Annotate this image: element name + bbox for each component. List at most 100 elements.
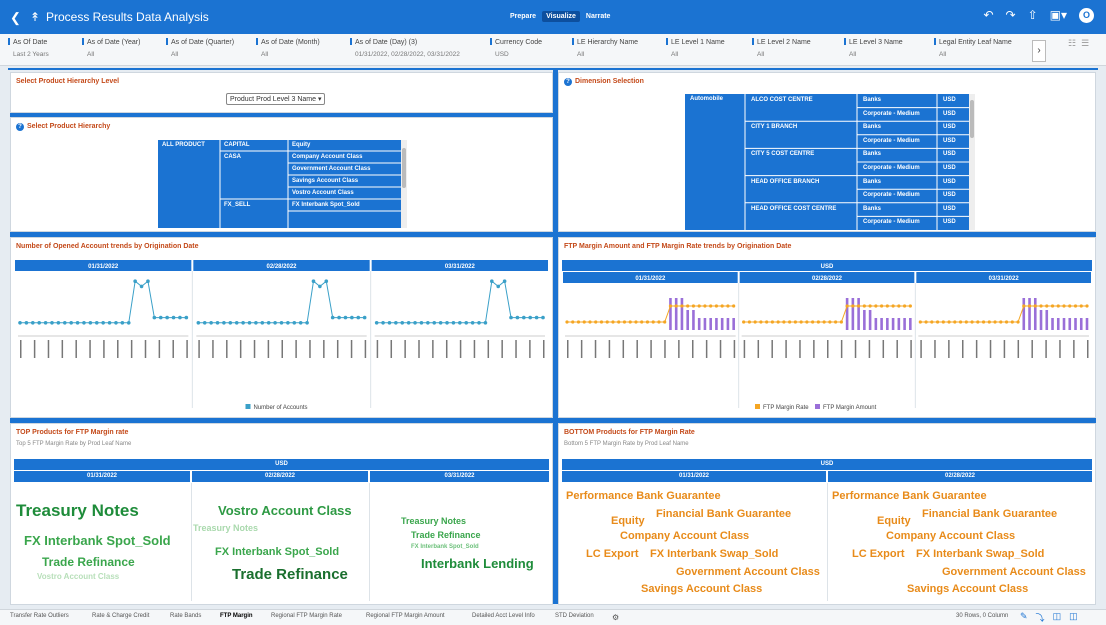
bar[interactable] <box>697 318 701 330</box>
dimension-level1[interactable]: Automobile <box>690 96 723 102</box>
bar[interactable] <box>1022 298 1026 330</box>
redo-icon[interactable]: ↷ <box>1006 8 1016 23</box>
bar[interactable] <box>1028 298 1031 330</box>
canvas-tab[interactable]: Rate Bands <box>170 613 201 619</box>
data-point[interactable] <box>680 304 684 308</box>
data-point[interactable] <box>451 321 456 325</box>
data-point[interactable] <box>1027 304 1032 308</box>
cloud-word[interactable]: Performance Bank Guarantee <box>566 490 721 502</box>
cloud-word[interactable]: Financial Bank Guarantee <box>922 508 1057 520</box>
cloud-word[interactable]: FX Interbank Swap_Sold <box>650 548 778 560</box>
data-point[interactable] <box>1085 304 1089 308</box>
dimension-segment[interactable]: Corporate - Medium <box>863 138 920 144</box>
dimension-segment[interactable]: Banks <box>863 97 881 103</box>
cloud-word[interactable]: Government Account Class <box>676 566 820 578</box>
dimension-centre[interactable]: CITY 5 COST CENTRE <box>751 151 814 157</box>
data-point[interactable] <box>247 321 252 325</box>
cloud-word[interactable]: Financial Bank Guarantee <box>656 508 791 520</box>
dimension-segment[interactable]: Banks <box>863 124 881 130</box>
cloud-word[interactable]: FX Interbank Swap_Sold <box>916 548 1044 560</box>
product-item[interactable]: FX Interbank Spot_Sold <box>292 202 360 208</box>
bar[interactable] <box>1045 310 1049 330</box>
data-point[interactable] <box>576 320 581 324</box>
dimension-currency[interactable]: USD <box>943 111 956 117</box>
ftp-chart[interactable]: USD 01/31/2022 02/28/2022 03/31/2022 FTP Mar… <box>562 260 1092 412</box>
accounts-chart[interactable]: 01/31/2022 02/28/2022 03/31/2022 Number of … <box>14 260 549 412</box>
data-point[interactable] <box>432 321 437 325</box>
data-point[interactable] <box>298 321 303 325</box>
data-icon[interactable]: ⤵ <box>1036 611 1045 624</box>
data-point[interactable] <box>477 321 481 325</box>
cloud-word[interactable]: LC Export <box>852 548 905 560</box>
data-point[interactable] <box>215 321 220 325</box>
canvas-tab[interactable]: Regional FTP Margin Rate <box>271 613 342 619</box>
data-point[interactable] <box>50 321 54 325</box>
data-point[interactable] <box>862 304 866 308</box>
data-point[interactable] <box>324 279 329 283</box>
bar[interactable] <box>868 310 872 330</box>
filter-4[interactable]: As of Date (Day) (3) 01/31/2022, 02/28/20… <box>350 38 460 58</box>
data-point[interactable] <box>930 320 934 324</box>
filter-7[interactable]: LE Level 1 Name All <box>666 38 725 58</box>
mode-visualize[interactable]: Visualize <box>542 11 580 22</box>
bar[interactable] <box>845 298 849 330</box>
mode-narrate[interactable]: Narrate <box>582 11 615 22</box>
bar[interactable] <box>897 318 901 330</box>
data-point[interactable] <box>605 320 609 324</box>
bar[interactable] <box>874 318 878 330</box>
data-point[interactable] <box>222 321 226 325</box>
product-item[interactable]: Company Account Class <box>292 154 362 160</box>
cloud-word[interactable]: Equity <box>877 515 911 527</box>
cloud-word[interactable]: Company Account Class <box>886 530 1015 542</box>
bar[interactable] <box>1062 318 1066 330</box>
data-point[interactable] <box>202 321 207 325</box>
canvas-tab[interactable]: Detailed Acct Level Info <box>472 613 535 619</box>
data-point[interactable] <box>18 321 22 325</box>
data-point[interactable] <box>622 320 627 324</box>
data-point[interactable] <box>120 321 125 325</box>
layout-icon[interactable]: ◫ <box>1053 611 1062 624</box>
data-point[interactable] <box>663 320 667 324</box>
data-point[interactable] <box>241 321 245 325</box>
dimension-segment[interactable]: Banks <box>863 151 881 157</box>
data-point[interactable] <box>1062 304 1066 308</box>
dimension-currency[interactable]: USD <box>943 192 956 198</box>
cloud-word[interactable]: FX Interbank Spot_Sold <box>24 533 171 548</box>
canvas-tab[interactable]: Transfer Rate Outliers <box>10 613 69 619</box>
data-point[interactable] <box>782 320 786 324</box>
bar[interactable] <box>732 318 735 330</box>
data-point[interactable] <box>1033 304 1037 308</box>
bar[interactable] <box>1033 298 1037 330</box>
cloud-word[interactable]: Equity <box>611 515 645 527</box>
filter-next-button[interactable]: › <box>1032 40 1046 62</box>
bar[interactable] <box>909 318 912 330</box>
data-point[interactable] <box>62 321 67 325</box>
dimension-centre[interactable]: CITY 1 BRANCH <box>751 124 797 130</box>
data-point[interactable] <box>611 320 615 324</box>
data-point[interactable] <box>496 284 501 289</box>
filter-6[interactable]: LE Hierarchy Name All <box>572 38 638 58</box>
product-hierarchy-table[interactable]: ALL PRODUCT CAPITAL Equity CASA Company … <box>158 140 401 228</box>
data-point[interactable] <box>541 315 545 320</box>
data-point[interactable] <box>565 320 569 324</box>
data-point[interactable] <box>970 320 974 324</box>
data-point[interactable] <box>470 321 475 325</box>
data-point[interactable] <box>178 315 182 320</box>
cloud-word[interactable]: Government Account Class <box>942 566 1086 578</box>
filter-1[interactable]: As of Date (Year) All <box>82 38 140 58</box>
cloud-word[interactable]: Interbank Lending <box>421 556 534 571</box>
data-point[interactable] <box>502 279 507 283</box>
data-point[interactable] <box>935 320 940 324</box>
data-point[interactable] <box>857 304 861 308</box>
bar[interactable] <box>886 318 889 330</box>
data-point[interactable] <box>976 320 980 324</box>
bar[interactable] <box>680 298 684 330</box>
data-point[interactable] <box>126 321 131 325</box>
data-point[interactable] <box>645 320 650 324</box>
data-point[interactable] <box>337 315 341 320</box>
data-point[interactable] <box>640 320 644 324</box>
data-point[interactable] <box>628 320 632 324</box>
dimension-segment[interactable]: Corporate - Medium <box>863 111 920 117</box>
data-point[interactable] <box>1068 304 1072 308</box>
filter-0[interactable]: As Of Date Last 2 Years <box>8 38 49 58</box>
